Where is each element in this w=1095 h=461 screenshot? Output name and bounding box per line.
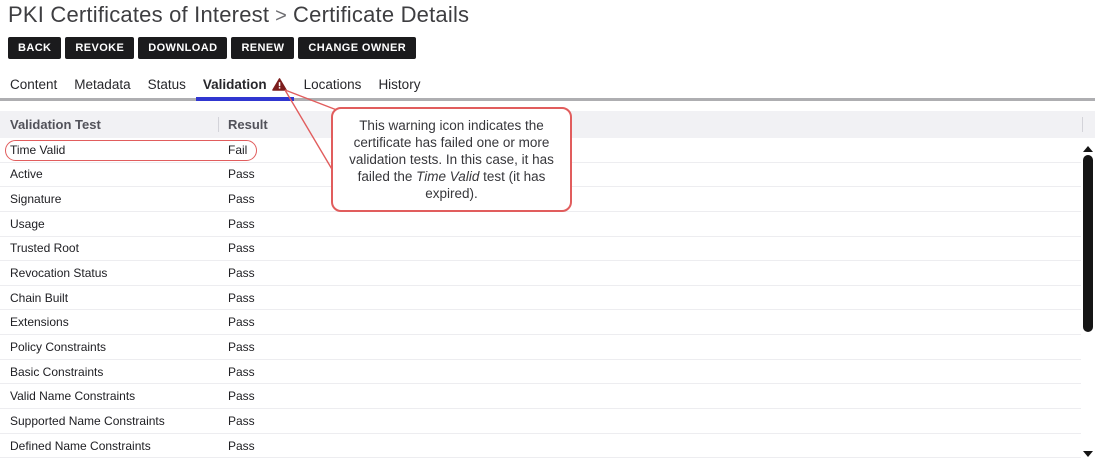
validation-test-name: Basic Constraints [0,365,218,379]
validation-test-result: Fail [218,143,247,157]
renew-button[interactable]: RENEW [231,37,294,59]
validation-test-result: Pass [218,217,255,231]
validation-test-name: Supported Name Constraints [0,414,218,428]
warning-callout: This warning icon indicates the certific… [331,107,572,212]
validation-test-name: Valid Name Constraints [0,389,218,403]
scroll-down-arrow-icon[interactable] [1083,451,1093,457]
validation-test-result: Pass [218,167,255,181]
tab-validation[interactable]: Validation [203,77,287,98]
table-row: Usage Pass [0,212,1081,237]
breadcrumb: PKI Certificates of Interest>Certificate… [8,1,469,30]
table-row: Extensions Pass [0,310,1081,335]
table-row: Defined Name Constraints Pass [0,434,1081,459]
vertical-scrollbar[interactable] [1081,139,1095,461]
column-header-result: Result [218,117,268,132]
validation-test-result: Pass [218,241,255,255]
callout-emphasis: Time Valid [416,169,479,184]
tab-label: History [378,77,420,92]
tab-label: Content [10,77,57,92]
validation-test-name: Trusted Root [0,241,218,255]
table-row: Revocation Status Pass [0,261,1081,286]
validation-test-result: Pass [218,414,255,428]
breadcrumb-separator: > [269,5,293,27]
table-row: Chain Built Pass [0,286,1081,311]
tab-label: Locations [304,77,362,92]
validation-test-name: Revocation Status [0,266,218,280]
tab-metadata[interactable]: Metadata [74,77,130,98]
tab-bar: Content Metadata Status Validation Locat… [0,77,1095,101]
page-title: Certificate Details [293,2,469,27]
validation-test-name: Time Valid [0,143,218,157]
table-row: Supported Name Constraints Pass [0,409,1081,434]
table-row: Basic Constraints Pass [0,360,1081,385]
revoke-button[interactable]: REVOKE [65,37,134,59]
breadcrumb-parent: PKI Certificates of Interest [8,2,269,27]
validation-test-result: Pass [218,340,255,354]
validation-test-result: Pass [218,389,255,403]
validation-test-name: Chain Built [0,291,218,305]
validation-test-result: Pass [218,291,255,305]
tab-label: Metadata [74,77,130,92]
column-header-validation-test: Validation Test [0,117,218,132]
validation-test-result: Pass [218,192,255,206]
back-button[interactable]: BACK [8,37,61,59]
scrollbar-thumb[interactable] [1083,155,1093,332]
validation-test-name: Active [0,167,218,181]
table-row: Trusted Root Pass [0,237,1081,262]
table-row: Valid Name Constraints Pass [0,384,1081,409]
tab-label: Status [148,77,186,92]
validation-test-name: Signature [0,192,218,206]
tab-label: Validation [203,77,267,92]
tab-locations[interactable]: Locations [304,77,362,98]
column-divider [1082,117,1083,132]
validation-test-result: Pass [218,365,255,379]
download-button[interactable]: DOWNLOAD [138,37,227,59]
warning-triangle-icon [272,78,287,91]
column-divider [218,117,219,132]
validation-test-name: Usage [0,217,218,231]
validation-test-result: Pass [218,315,255,329]
change-owner-button[interactable]: CHANGE OWNER [298,37,416,59]
validation-test-name: Defined Name Constraints [0,439,218,453]
tab-status[interactable]: Status [148,77,186,98]
validation-test-name: Policy Constraints [0,340,218,354]
table-row: Policy Constraints Pass [0,335,1081,360]
toolbar: BACK REVOKE DOWNLOAD RENEW CHANGE OWNER [8,37,416,59]
scroll-up-arrow-icon[interactable] [1083,146,1093,152]
tab-history[interactable]: History [378,77,420,98]
validation-test-name: Extensions [0,315,218,329]
validation-test-result: Pass [218,266,255,280]
tab-content[interactable]: Content [10,77,57,98]
validation-test-result: Pass [218,439,255,453]
